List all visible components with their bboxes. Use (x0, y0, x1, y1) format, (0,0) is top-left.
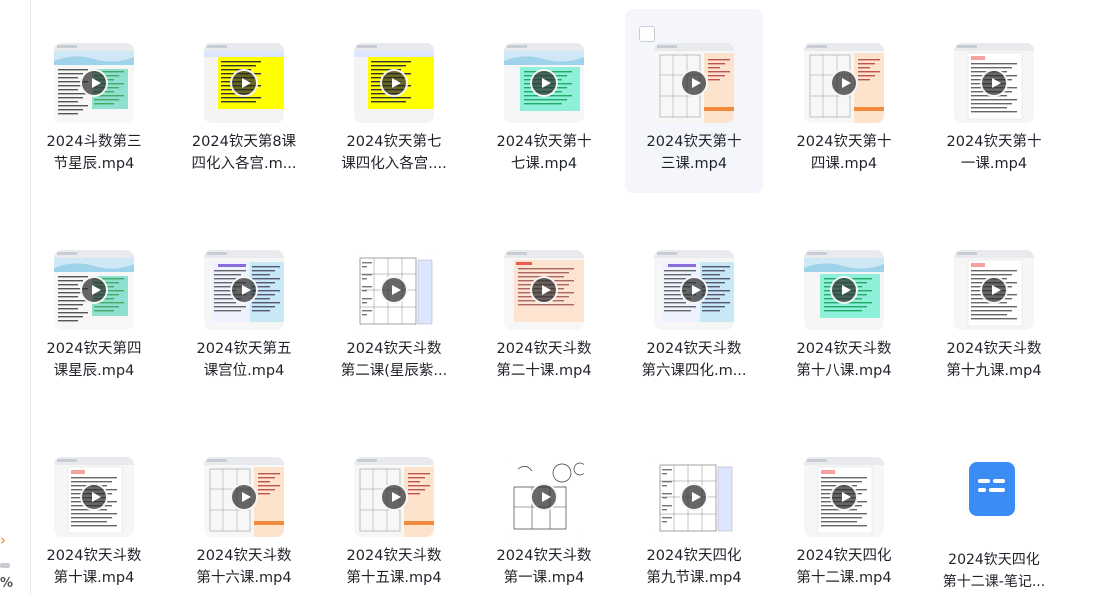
play-icon[interactable] (680, 69, 708, 97)
file-name: 2024钦天第8课 四化入各宫.m... (191, 134, 297, 172)
play-icon[interactable] (230, 276, 258, 304)
file-tile-video[interactable]: 2024钦天四化 第九节课.mp4 (625, 423, 763, 607)
file-name: 2024钦天斗数 第十九课.mp4 (946, 341, 1042, 379)
file-name: 2024钦天斗数 第十六课.mp4 (196, 548, 292, 586)
file-name: 2024钦天四化 第十二课-笔记... (942, 552, 1046, 590)
file-name: 2024钦天斗数 第六课四化.m... (641, 341, 747, 379)
video-thumbnail[interactable] (804, 457, 884, 537)
play-icon[interactable] (230, 69, 258, 97)
video-thumbnail[interactable] (504, 43, 584, 123)
play-icon[interactable] (380, 69, 408, 97)
play-icon[interactable] (80, 276, 108, 304)
play-icon[interactable] (830, 483, 858, 511)
file-name: 2024钦天第十 七课.mp4 (496, 134, 592, 172)
play-icon[interactable] (80, 69, 108, 97)
file-tile-video[interactable]: 2024钦天斗数 第二课(星辰紫... (325, 216, 463, 400)
file-tile-video[interactable]: 2024钦天斗数 第十课.mp4 (25, 423, 163, 607)
play-icon[interactable] (980, 276, 1008, 304)
file-name: 2024斗数第三 节星辰.mp4 (46, 134, 142, 172)
play-icon[interactable] (530, 69, 558, 97)
file-tile-video[interactable]: 2024钦天第五 课宫位.mp4 (175, 216, 313, 400)
file-name: 2024钦天第十 四课.mp4 (796, 134, 892, 172)
play-icon[interactable] (830, 276, 858, 304)
video-thumbnail[interactable] (804, 43, 884, 123)
file-name: 2024钦天斗数 第十八课.mp4 (796, 341, 892, 379)
video-thumbnail[interactable] (804, 250, 884, 330)
file-name: 2024钦天第七 课四化入各宫.... (341, 134, 447, 172)
video-thumbnail[interactable] (654, 250, 734, 330)
play-icon[interactable] (680, 276, 708, 304)
play-icon[interactable] (380, 483, 408, 511)
video-thumbnail[interactable] (54, 43, 134, 123)
video-thumbnail[interactable] (654, 457, 734, 537)
file-tile-video[interactable]: 2024钦天斗数 第十六课.mp4 (175, 423, 313, 607)
file-name: 2024钦天第十 三课.mp4 (646, 134, 742, 172)
video-thumbnail[interactable] (54, 250, 134, 330)
file-name: 2024钦天斗数 第十课.mp4 (46, 548, 142, 586)
file-tile-video[interactable]: 2024钦天斗数 第十八课.mp4 (775, 216, 913, 400)
video-thumbnail[interactable] (54, 457, 134, 537)
play-icon[interactable] (230, 483, 258, 511)
file-tile-video[interactable]: 2024钦天斗数 第十五课.mp4 (325, 423, 463, 607)
video-thumbnail[interactable] (504, 457, 584, 537)
video-thumbnail[interactable] (954, 250, 1034, 330)
file-tile-video[interactable]: 2024钦天第十 三课.mp4 (625, 9, 763, 193)
video-thumbnail[interactable] (654, 43, 734, 123)
file-tile-video[interactable]: 2024钦天斗数 第六课四化.m... (625, 216, 763, 400)
play-icon[interactable] (80, 483, 108, 511)
video-thumbnail[interactable] (504, 250, 584, 330)
file-tile-video[interactable]: 2024钦天第四 课星辰.mp4 (25, 216, 163, 400)
play-icon[interactable] (530, 276, 558, 304)
video-thumbnail[interactable] (354, 457, 434, 537)
file-tile-document[interactable]: 2024钦天四化 第十二课-笔记... (925, 423, 1063, 607)
video-thumbnail[interactable] (204, 43, 284, 123)
file-name: 2024钦天第五 课宫位.mp4 (196, 341, 292, 379)
video-thumbnail[interactable] (204, 457, 284, 537)
file-name: 2024钦天第十 一课.mp4 (946, 134, 1042, 172)
file-tile-video[interactable]: 2024钦天第十 七课.mp4 (475, 9, 613, 193)
file-tile-video[interactable]: 2024钦天四化 第十二课.mp4 (775, 423, 913, 607)
file-name: 2024钦天斗数 第二十课.mp4 (496, 341, 592, 379)
file-tile-video[interactable]: 2024钦天第十 一课.mp4 (925, 9, 1063, 193)
play-icon[interactable] (830, 69, 858, 97)
video-thumbnail[interactable] (354, 250, 434, 330)
video-thumbnail[interactable] (954, 43, 1034, 123)
file-tile-video[interactable]: 2024钦天第七 课四化入各宫.... (325, 9, 463, 193)
file-tile-video[interactable]: 2024钦天斗数 第一课.mp4 (475, 423, 613, 607)
file-tile-video[interactable]: 2024钦天斗数 第二十课.mp4 (475, 216, 613, 400)
video-thumbnail[interactable] (354, 43, 434, 123)
file-name: 2024钦天斗数 第十五课.mp4 (346, 548, 442, 586)
select-checkbox[interactable] (639, 26, 655, 42)
file-tile-video[interactable]: 2024斗数第三 节星辰.mp4 (25, 9, 163, 193)
file-name: 2024钦天斗数 第二课(星辰紫... (340, 341, 448, 379)
play-icon[interactable] (680, 483, 708, 511)
play-icon[interactable] (380, 276, 408, 304)
file-name: 2024钦天四化 第十二课.mp4 (796, 548, 892, 586)
file-grid: 2024斗数第三 节星辰.mp4 2024钦天第8课 四化入各宫.m... 2024… (0, 0, 1101, 594)
video-thumbnail[interactable] (204, 250, 284, 330)
file-tile-video[interactable]: 2024钦天第8课 四化入各宫.m... (175, 9, 313, 193)
file-tile-video[interactable]: 2024钦天斗数 第十九课.mp4 (925, 216, 1063, 400)
file-name: 2024钦天第四 课星辰.mp4 (46, 341, 142, 379)
play-icon[interactable] (980, 69, 1008, 97)
file-name: 2024钦天四化 第九节课.mp4 (646, 548, 742, 586)
file-name: 2024钦天斗数 第一课.mp4 (496, 548, 592, 586)
document-icon (969, 462, 1015, 516)
play-icon[interactable] (530, 483, 558, 511)
file-tile-video[interactable]: 2024钦天第十 四课.mp4 (775, 9, 913, 193)
